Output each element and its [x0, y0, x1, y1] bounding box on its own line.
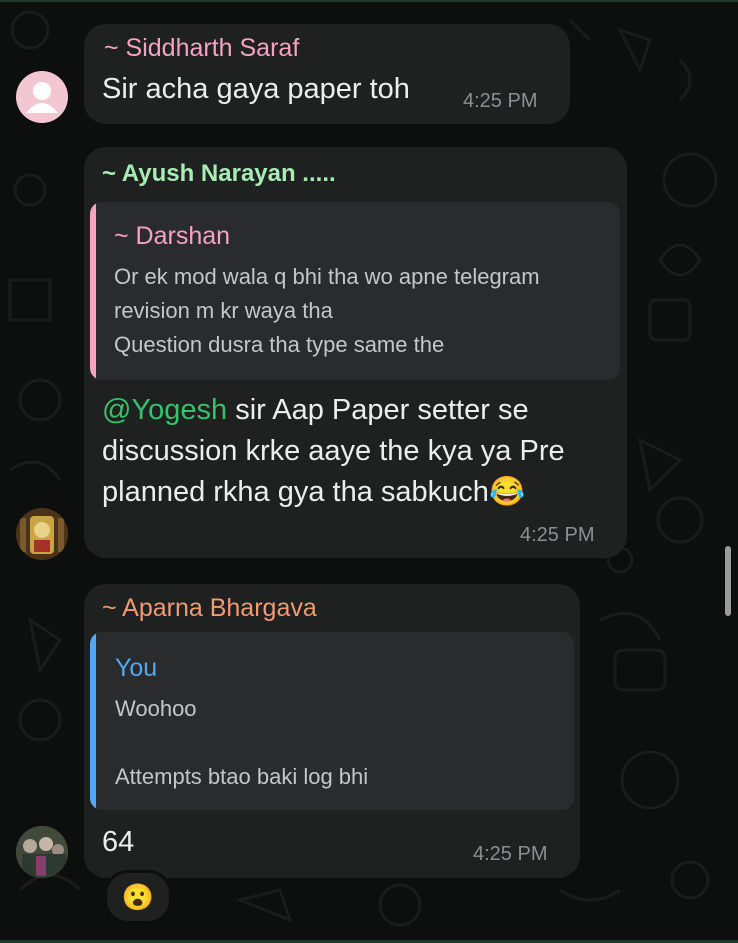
quoted-message[interactable]: You Woohoo Attempts btao baki log bhi	[90, 632, 574, 810]
message-text: Sir acha gaya paper toh	[102, 73, 410, 105]
top-divider	[0, 0, 738, 2]
message-text-line: planned rkha gya tha sabkuch😂	[102, 472, 525, 513]
quote-accent-bar	[90, 632, 96, 810]
message-bubble[interactable]: ~ Siddharth Saraf Sir acha gaya paper to…	[84, 24, 570, 124]
quoted-sender-name: ~ Darshan	[114, 222, 231, 250]
quoted-sender-name: You	[115, 654, 158, 682]
message-bubble[interactable]: ~ Ayush Narayan ..... ~ Darshan Or ek mo…	[84, 147, 627, 558]
quoted-text-line: Attempts btao baki log bhi	[115, 764, 369, 789]
reaction-pill[interactable]: 😮	[104, 870, 172, 924]
message-text: 64	[102, 826, 135, 858]
message-time: 4:25 PM	[520, 524, 595, 546]
message-text-line: @Yogesh sir Aap Paper setter se	[102, 390, 529, 431]
sender-name[interactable]: ~ Siddharth Saraf	[104, 34, 299, 63]
message-text: planned rkha gya tha sabkuch	[102, 476, 489, 508]
shrine-photo-avatar	[16, 508, 68, 560]
quoted-message[interactable]: ~ Darshan Or ek mod wala q bhi tha wo ap…	[90, 202, 620, 380]
sender-avatar[interactable]	[16, 71, 68, 123]
scrollbar-thumb[interactable]	[725, 546, 731, 616]
message-time: 4:25 PM	[463, 90, 538, 112]
quoted-text-line: revision m kr waya tha	[114, 298, 333, 323]
surprised-emoji-reaction: 😮	[121, 882, 155, 912]
default-person-avatar-icon	[26, 82, 58, 113]
message-time: 4:25 PM	[473, 843, 548, 865]
quote-accent-bar	[90, 202, 96, 380]
sender-avatar[interactable]	[16, 826, 68, 878]
quoted-text-line: Question dusra tha type same the	[114, 332, 445, 357]
mention-link[interactable]: @Yogesh	[102, 394, 227, 426]
sender-avatar[interactable]	[16, 508, 68, 560]
message-text-line: discussion krke aaye the kya ya Pre	[102, 435, 565, 467]
sender-name[interactable]: ~ Aparna Bhargava	[102, 594, 317, 623]
sender-name[interactable]: ~ Ayush Narayan .....	[102, 160, 336, 188]
laughing-emoji: 😂	[488, 476, 526, 508]
message-bubble[interactable]: ~ Aparna Bhargava You Woohoo Attempts bt…	[84, 584, 580, 878]
quoted-text-line: Woohoo	[115, 696, 197, 721]
message-text: sir Aap Paper setter se	[227, 394, 529, 426]
group-photo-avatar	[16, 826, 68, 878]
quoted-text-line: Or ek mod wala q bhi tha wo apne telegra…	[114, 264, 540, 289]
